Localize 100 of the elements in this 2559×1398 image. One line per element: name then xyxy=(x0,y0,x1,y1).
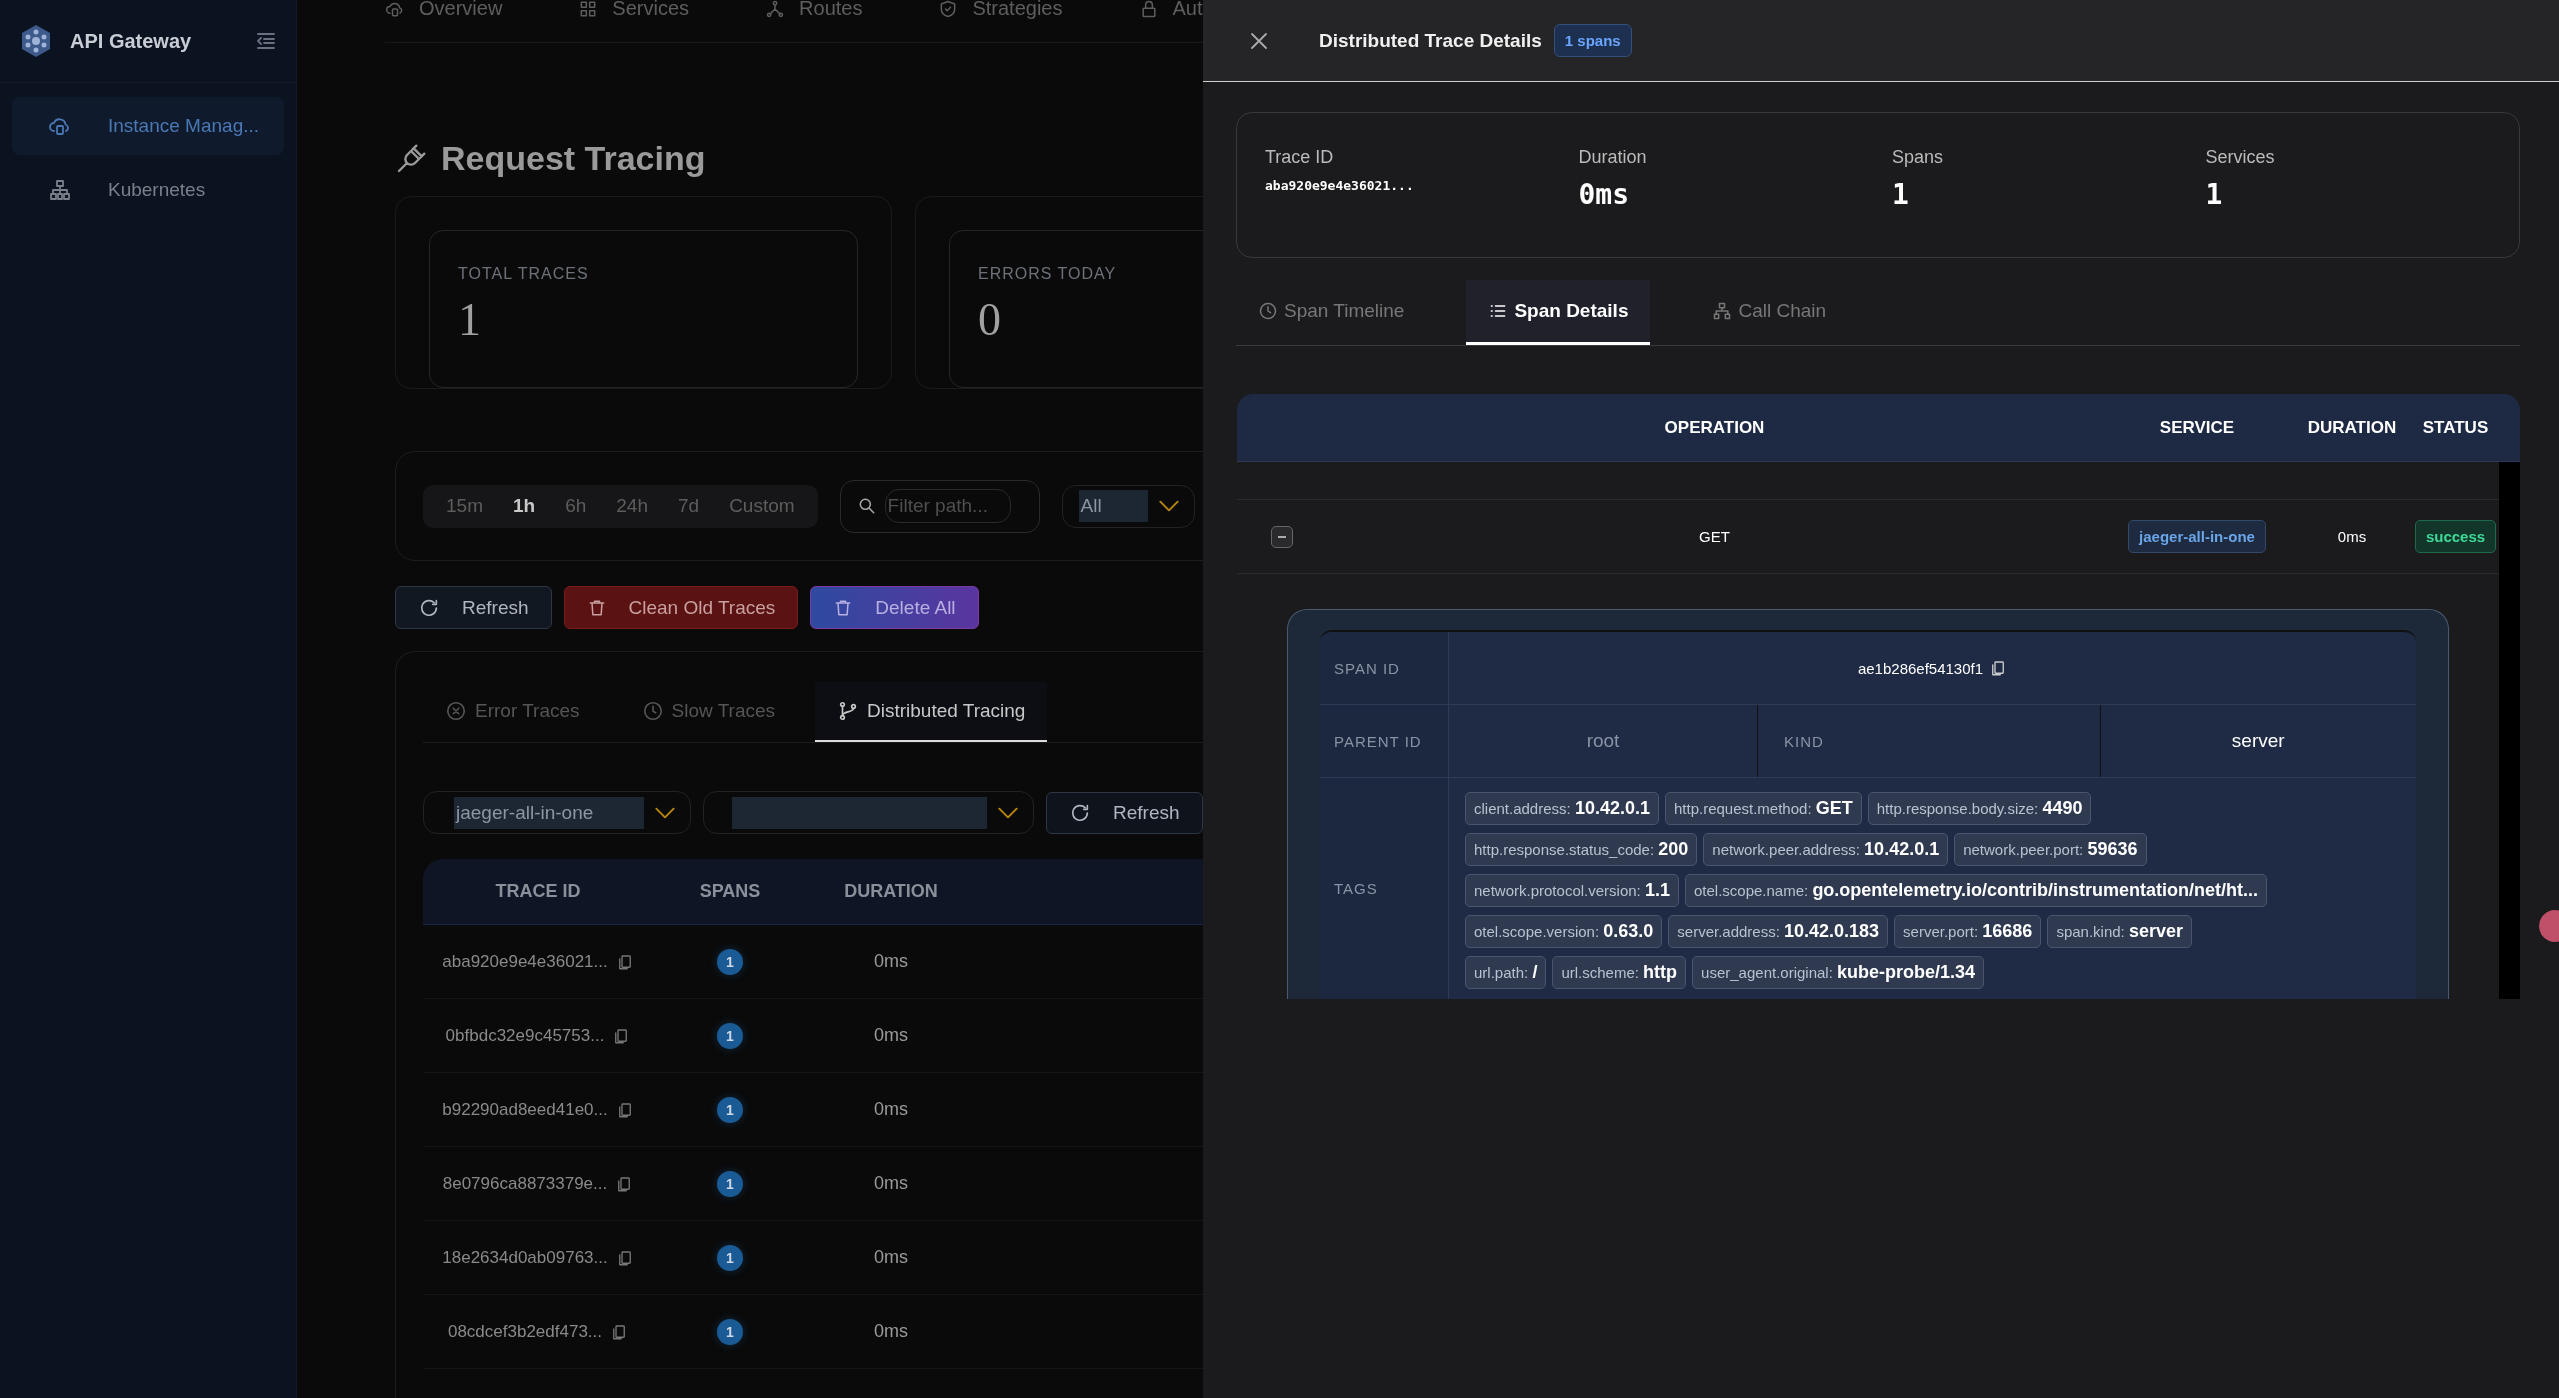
column-header: STATUS xyxy=(2421,417,2490,438)
tag-chip: http.request.method: GET xyxy=(1664,792,1862,825)
column-header: SERVICE xyxy=(2158,417,2236,438)
status-badge: success xyxy=(2414,520,2497,553)
duration: 0ms xyxy=(874,951,908,971)
summary-label: Duration xyxy=(1578,147,1648,168)
time-range-option[interactable]: 6h xyxy=(550,495,602,517)
status-select[interactable]: All xyxy=(1061,484,1195,528)
clock-icon xyxy=(1258,301,1278,321)
span-count-badge: 1 xyxy=(717,1096,743,1123)
action-button[interactable]: Delete All xyxy=(810,586,979,629)
app-name: API Gateway xyxy=(70,29,193,53)
sitemap-icon xyxy=(48,178,72,202)
duration: 0ms xyxy=(874,1321,908,1341)
column-header: DURATION xyxy=(843,881,939,902)
tag-chip: url.path: / xyxy=(1465,956,1547,989)
trace-tab[interactable]: Distributed Tracing xyxy=(815,682,1048,742)
tag-chip: span.kind: server xyxy=(2047,915,2192,948)
summary-value: 1 xyxy=(2205,178,2224,211)
action-button[interactable]: Refresh xyxy=(395,586,552,629)
summary-label: Trace ID xyxy=(1265,147,1335,168)
branch-icon xyxy=(837,700,859,722)
collapse-button[interactable] xyxy=(1271,525,1293,548)
stat-value: 1 xyxy=(458,293,482,346)
span-id: ae1b286ef54130f1 xyxy=(1857,659,1984,677)
tag-chip: network.peer.address: 10.42.0.1 xyxy=(1703,833,1949,866)
tag-chip: otel.scope.version: 0.63.0 xyxy=(1465,915,1663,948)
field-label: SPAN ID xyxy=(1320,632,1449,704)
tag-chip: url.scheme: http xyxy=(1552,956,1687,989)
stat-label: TOTAL TRACES xyxy=(458,265,590,283)
nav-tab[interactable]: Strategies xyxy=(938,0,1063,20)
clock-icon xyxy=(641,700,664,722)
column-header: OPERATION xyxy=(1663,417,1766,438)
summary-value: 1 xyxy=(1892,178,1910,211)
summary-value: aba920e9e4e36021... xyxy=(1265,178,1415,193)
tag-chip: server.port: 16686 xyxy=(1894,915,2042,948)
tag-chip: http.response.body.size: 4490 xyxy=(1867,792,2092,825)
sidebar-item[interactable]: Kubernetes xyxy=(12,161,284,219)
field-label: TAGS xyxy=(1320,778,1449,999)
field-label: PARENT ID xyxy=(1320,705,1449,777)
refresh-button[interactable]: Refresh xyxy=(1046,791,1203,834)
duration: 0ms xyxy=(2337,528,2367,545)
tag-chip: otel.scope.name: go.opentelemetry.io/contrib/instrumentation/net/ht... xyxy=(1684,874,2268,907)
tag-chip: http.response.status_code: 200 xyxy=(1465,833,1698,866)
time-range-option[interactable]: 24h xyxy=(601,495,663,517)
error-circle-icon xyxy=(445,700,467,722)
span-count-badge: 1 xyxy=(717,1244,743,1271)
nav-tab[interactable]: Aut xyxy=(1138,0,1203,20)
tag-chip: network.peer.port: 59636 xyxy=(1954,833,2147,866)
column-header: TRACE ID xyxy=(494,881,582,902)
column-header: SPANS xyxy=(698,881,762,902)
span-count-badge: 1 xyxy=(717,1022,743,1049)
trace-tab[interactable]: Slow Traces xyxy=(619,682,797,742)
field-label: KIND xyxy=(1784,732,1824,750)
stat-value: 0 xyxy=(978,293,1002,346)
parent-id: root xyxy=(1586,730,1620,752)
tag-chip: user_agent.original: kube-probe/1.34 xyxy=(1692,956,1985,989)
action-button[interactable]: Clean Old Traces xyxy=(563,586,799,629)
operation-name: GET xyxy=(1699,528,1730,545)
time-range-option[interactable]: 7d xyxy=(663,495,715,517)
nav-tab[interactable]: Routes xyxy=(765,0,863,20)
summary-label: Spans xyxy=(1892,147,1945,168)
stat-label: ERRORS TODAY xyxy=(978,265,1118,283)
span-count-badge: 1 spans xyxy=(1553,24,1632,57)
duration: 0ms xyxy=(874,1173,908,1193)
span-kind: server xyxy=(2231,730,2285,752)
time-range-option[interactable]: 15m xyxy=(431,495,498,517)
detail-tab[interactable]: Call Chain xyxy=(1690,280,1849,345)
duration: 0ms xyxy=(874,1247,908,1267)
column-header: DURATION xyxy=(2306,417,2398,438)
trace-id: 8e0796ca8873379e... xyxy=(442,1173,608,1194)
plug-icon xyxy=(395,142,427,175)
trace-tab[interactable]: Error Traces xyxy=(423,682,602,742)
trace-id: 08cdcef3b2edf473... xyxy=(447,1321,603,1342)
service-tag: jaeger-all-in-one xyxy=(2128,520,2266,553)
drawer-title: Distributed Trace Details xyxy=(1319,29,1542,52)
cloud-icon xyxy=(385,0,405,19)
summary-label: Services xyxy=(2205,147,2276,168)
trace-id: 0bfbdc32e9c45753... xyxy=(445,1025,605,1046)
trace-id: 18e2634d0ab09763... xyxy=(442,1247,608,1268)
duration: 0ms xyxy=(874,1025,908,1045)
service-select[interactable]: jaeger-all-in-one xyxy=(423,791,691,834)
detail-tab[interactable]: Span Details xyxy=(1466,280,1651,345)
detail-tab[interactable]: Span Timeline xyxy=(1236,280,1427,345)
minus-icon xyxy=(1277,535,1287,538)
time-range-option[interactable]: Custom xyxy=(714,495,810,517)
span-count-badge: 1 xyxy=(717,1170,743,1197)
span-count-badge: 1 xyxy=(717,948,743,975)
nav-tab[interactable]: Overview xyxy=(385,0,503,20)
nav-tab[interactable]: Services xyxy=(578,0,690,20)
tag-chip: network.protocol.version: 1.1 xyxy=(1465,874,1679,907)
nodes-icon xyxy=(765,0,786,19)
tag-chip: client.address: 10.42.0.1 xyxy=(1465,792,1659,825)
sidebar-item[interactable]: Instance Manag... xyxy=(12,97,284,155)
search-field[interactable]: Filter path... xyxy=(839,479,1040,533)
sitemap-icon xyxy=(1712,301,1733,321)
duration: 0ms xyxy=(874,1099,908,1119)
summary-value: 0ms xyxy=(1578,178,1631,211)
time-range-option[interactable]: 1h xyxy=(497,495,551,517)
trace-id: aba920e9e4e36021... xyxy=(442,951,608,972)
